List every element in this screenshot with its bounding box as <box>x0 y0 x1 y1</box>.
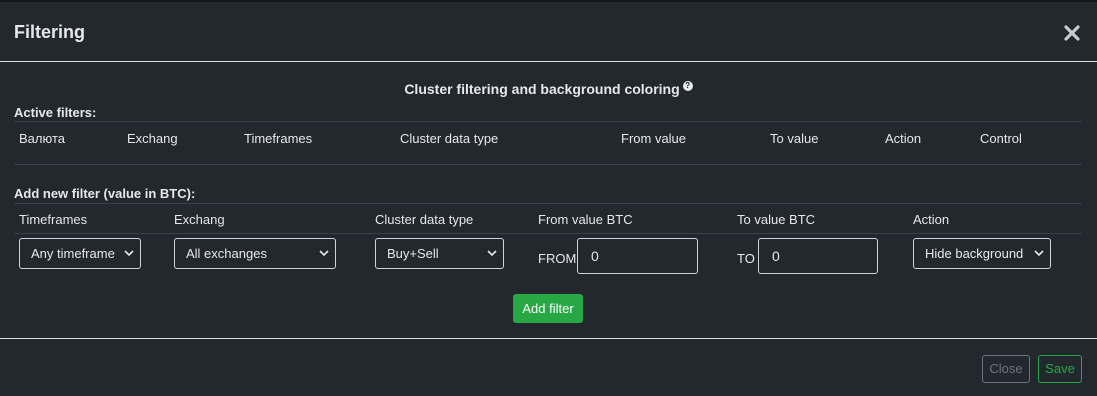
section-title-text: Cluster filtering and background colorin… <box>404 81 680 97</box>
timeframe-select-value: Any timeframe <box>31 246 115 261</box>
save-button[interactable]: Save <box>1038 355 1082 383</box>
to-prefix: TO <box>737 251 755 266</box>
active-table-bottom-divider <box>14 164 1082 165</box>
new-col-timeframes: Timeframes <box>19 212 88 227</box>
chevron-down-icon <box>1034 250 1044 257</box>
new-col-to-value: To value BTC <box>737 212 816 227</box>
active-filters-divider <box>14 121 1082 122</box>
data-type-select[interactable]: Buy+Sell <box>375 238 504 269</box>
active-col-exchange: Exchang <box>127 131 178 146</box>
new-col-from-value: From value BTC <box>538 212 633 227</box>
add-filter-button[interactable]: Add filter <box>513 294 583 323</box>
active-col-to-value: To value <box>770 131 819 146</box>
action-select-value: Hide background <box>925 246 1024 261</box>
exchange-select-value: All exchanges <box>186 246 267 261</box>
exchange-select[interactable]: All exchanges <box>174 238 336 269</box>
new-filter-divider <box>14 203 1082 204</box>
modal-title: Filtering <box>14 22 85 42</box>
new-col-exchange: Exchang <box>174 212 225 227</box>
from-value-input[interactable]: 0 <box>577 238 698 274</box>
modal-header: Filtering <box>0 2 1097 62</box>
timeframe-select[interactable]: Any timeframe <box>19 238 141 269</box>
active-col-currency: Валюта <box>19 131 65 146</box>
footer-divider <box>0 338 1097 339</box>
close-icon[interactable] <box>1063 24 1081 42</box>
from-prefix: FROM <box>538 251 577 266</box>
new-col-data-type: Cluster data type <box>375 212 474 227</box>
active-col-control: Control <box>980 131 1022 146</box>
filtering-modal: Filtering Cluster filtering and backgrou… <box>0 0 1097 396</box>
new-col-action: Action <box>913 212 950 227</box>
chevron-down-icon <box>319 250 329 257</box>
question-circle-icon[interactable]: ? <box>682 81 693 91</box>
new-filter-header-divider <box>14 233 1082 234</box>
active-col-timeframes: Timeframes <box>244 131 313 146</box>
action-select[interactable]: Hide background <box>913 238 1051 269</box>
chevron-down-icon <box>487 250 497 257</box>
chevron-down-icon <box>124 250 134 257</box>
active-col-action: Action <box>885 131 922 146</box>
new-filter-label: Add new filter (value in BTC): <box>14 186 196 201</box>
active-col-from-value: From value <box>621 131 687 146</box>
section-title: Cluster filtering and background colorin… <box>0 81 1097 97</box>
close-button[interactable]: Close <box>982 355 1030 383</box>
to-value-input[interactable]: 0 <box>758 238 878 274</box>
active-filters-label: Active filters: <box>14 105 97 120</box>
data-type-select-value: Buy+Sell <box>387 246 439 261</box>
active-col-data-type: Cluster data type <box>400 131 499 146</box>
